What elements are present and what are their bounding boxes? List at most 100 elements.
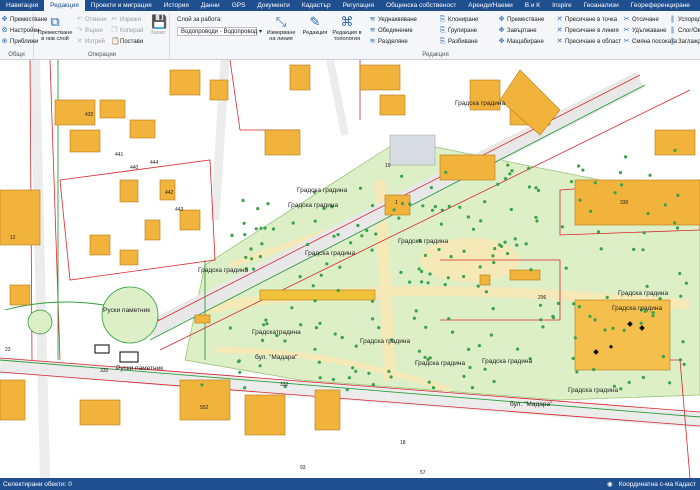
tree-point [424,325,428,329]
tab-7[interactable]: Кадастър [296,0,337,11]
edit-col1-item-1[interactable]: ≋ Обединение [369,26,413,35]
edit-col2-item-0[interactable]: ⎘ Клониране [439,15,479,24]
move-to-new-layer-button[interactable]: ⧉ Преместване в нов слой [37,15,73,47]
layers-icon: ⧉ [50,14,60,29]
tab-2[interactable]: Проекти и миграция [85,0,158,11]
general-zoom-button[interactable]: ⊕ Приближи [1,37,39,46]
tab-1[interactable]: Редакция [44,0,85,11]
edit-col1-item-2[interactable]: ≋ Разделяне [369,37,408,46]
tree-point [539,318,543,322]
tab-3[interactable]: История [158,0,195,11]
tree-point [237,359,241,364]
tree-point [437,247,441,252]
tree-point [426,281,430,285]
edit-col3-item-1[interactable]: ✥ Завъртане [498,26,537,35]
tab-14[interactable]: Геореференциране [625,0,696,11]
tree-point [581,168,585,172]
work-layer-select[interactable]: Водопроводи - Водопровод ▾ [177,27,262,36]
redaction-button[interactable]: ✎ Редакция [301,15,329,47]
cut-button[interactable]: ✂ Изрежи [111,15,141,24]
tree-point [399,270,403,274]
tree-point [266,202,270,206]
edit-col6-item-2[interactable]: ∥Заглаждане [669,37,700,46]
tree-point [291,221,295,225]
tree-point [243,233,247,237]
map-label-garden: Градска градина [198,267,249,274]
tab-11[interactable]: В и К [519,0,546,11]
tree-point [433,205,437,209]
tree-point [527,166,531,170]
map-label-garden: Градска градина [455,100,506,107]
tree-point [556,301,561,305]
edit-col1-item-0[interactable]: ≋ Уеднаквяване [369,15,417,24]
tab-10[interactable]: Аренди/Наеми [462,0,518,11]
tool-icon: ✕ [556,27,563,34]
edit-col4-item-2[interactable]: ✕ Пресичане в област [556,37,622,46]
tree-point [593,181,597,185]
parcel-number: 1 [395,200,398,206]
tree-point [593,318,597,322]
delete-button[interactable]: ✕ Изтрий [76,37,105,46]
general-settings-button[interactable]: ⚙ Настройки [1,26,39,35]
tree-point [431,386,436,390]
tree-point [471,227,476,231]
tree-point [676,193,680,197]
tab-8[interactable]: Регулация [337,0,380,11]
tree-point [318,321,322,325]
topology-button[interactable]: ⌘ Редакция в топология [330,15,364,47]
tree-point [462,374,466,378]
tree-point [538,303,543,307]
tab-12[interactable]: Inspire [546,0,578,11]
edit-col3-item-2[interactable]: ✥ Мащабиране [498,37,544,46]
tree-point [503,240,507,244]
coordinate-system[interactable]: Координатна с-ма Кадаст [619,481,696,488]
parcel-number: 332 [280,382,289,388]
map-label-monument: Руски паметник [116,365,164,372]
tree-point [641,375,646,380]
measure-line-button[interactable]: ⤡ Измерване на линия [263,15,299,47]
tree-point [414,309,418,313]
paste-button[interactable]: 📋 Постави [111,37,143,46]
edit-col6-item-1[interactable]: ∥Слог/Оврат [669,26,700,35]
copy-button[interactable]: ❐ Копирай [111,26,143,35]
tab-4[interactable]: Данни [195,0,226,11]
tree-point [534,215,538,219]
tool-icon: ✂ [623,16,630,23]
tab-6[interactable]: Документи [251,0,295,11]
edit-col2-item-1[interactable]: ⎘ Групиране [439,26,477,35]
tree-point [371,317,375,321]
tab-5[interactable]: GPS [226,0,252,11]
edit-col5-item-1[interactable]: ✂ Удължаване [623,26,667,35]
tree-point [642,231,646,235]
tree-point [314,326,318,330]
edit-col4-item-1[interactable]: ✕ Пресичане в линия [556,26,619,35]
tree-point [536,188,541,193]
edit-col5-item-0[interactable]: ✂ Отсичане [623,15,659,24]
tree-point [228,326,232,330]
tree-point [258,255,262,259]
tree-point [651,314,655,318]
undo-button[interactable]: ↶ Отмени [76,15,107,24]
edit-col3-item-0[interactable]: ✥ Преместване [498,15,545,24]
map-canvas[interactable]: Градска градина Градска градина Градска гр… [0,60,700,478]
tab-0[interactable]: Навигация [0,0,44,11]
edit-col6-item-0[interactable]: ∥Успоредна [669,15,700,24]
redo-button[interactable]: ↷ Върни [76,26,103,35]
tree-point [290,306,294,310]
edit-col2-item-2[interactable]: ⎘ Разбиване [439,37,478,46]
tree-point [564,266,568,270]
save-button[interactable]: 💾 Запис [147,15,169,47]
tree-point [238,370,242,374]
tree-point [466,215,470,219]
map-label-garden: Градска градина [305,250,356,257]
paste-icon: 📋 [111,38,120,45]
tree-point [596,230,601,234]
tab-15[interactable]: Тематични [696,0,700,11]
tab-9[interactable]: Общинска собственост [380,0,462,11]
edit-col4-item-0[interactable]: ✕ Пресичане в точка [556,15,618,24]
tree-point [479,219,483,223]
tree-point [491,307,495,311]
tree-point [589,209,593,213]
tree-point [408,202,412,206]
tab-13[interactable]: Геоанализи [578,0,625,11]
